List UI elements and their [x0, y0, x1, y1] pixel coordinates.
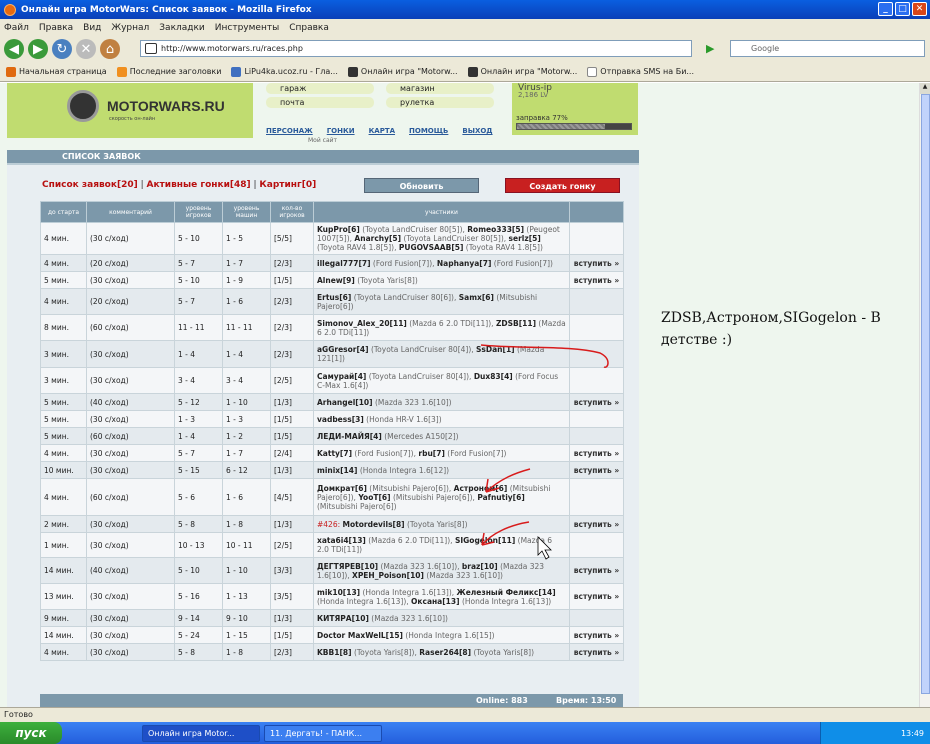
search-input[interactable]: Google: [730, 40, 925, 57]
bookmark-label: Онлайн игра "Motorw...: [480, 67, 578, 76]
bookmark-item[interactable]: Онлайн игра "Motorw...: [467, 66, 578, 77]
minimize-button[interactable]: _: [878, 2, 893, 16]
taskbar-item[interactable]: Онлайн игра Motor...: [142, 724, 260, 742]
taskbar-item[interactable]: 11. Дергать! - ПАНК...: [264, 724, 382, 742]
page-content: MOTORWARS.RU скорость он-лайн гараж мага…: [0, 83, 919, 707]
bookmark-label: Начальная страница: [19, 67, 107, 76]
ucoz-icon: [231, 66, 242, 77]
page-scrollbar[interactable]: ▲: [919, 83, 930, 707]
menu-bookmarks[interactable]: Закладки: [159, 23, 205, 33]
scroll-thumb[interactable]: [921, 94, 930, 694]
bookmark-item[interactable]: Отправка SMS на Би...: [587, 66, 695, 77]
firefox-icon: [6, 66, 16, 77]
scroll-up-icon[interactable]: ▲: [920, 83, 930, 94]
home-icon[interactable]: ⌂: [100, 39, 120, 59]
menu-tools[interactable]: Инструменты: [215, 23, 279, 33]
red-annotations: [480, 344, 609, 560]
arrow-annotation: [481, 521, 530, 546]
bookmark-item[interactable]: LiPu4ka.ucoz.ru - Гла...: [231, 66, 338, 77]
forward-icon[interactable]: ▶: [28, 39, 48, 59]
menu-file[interactable]: Файл: [4, 23, 29, 33]
bookmark-item[interactable]: Начальная страница: [6, 66, 107, 77]
site-favicon-icon: [145, 43, 157, 54]
bookmark-label: Последние заголовки: [129, 67, 222, 76]
start-button[interactable]: пуск: [0, 722, 62, 744]
motorwars-icon: [467, 66, 478, 77]
envelope-icon: [587, 66, 598, 77]
underline-annotation: [480, 344, 609, 368]
bookmark-label: Отправка SMS на Би...: [600, 67, 695, 76]
go-icon[interactable]: ▶: [706, 42, 720, 56]
taskbar: пуск Онлайн игра Motor... 11. Дергать! -…: [0, 722, 930, 744]
window-title: Онлайн игра MotorWars: Список заявок - M…: [21, 4, 312, 15]
back-icon[interactable]: ◀: [4, 39, 24, 59]
bookmarks-toolbar: Начальная страница Последние заголовки L…: [0, 62, 930, 82]
menu-help[interactable]: Справка: [289, 23, 329, 33]
bookmark-item[interactable]: Последние заголовки: [116, 66, 222, 77]
rss-icon: [116, 66, 127, 77]
annotation-note: ZDSB,Астроном,SIGogelon - В детстве :): [661, 310, 881, 348]
status-text: Готово: [4, 710, 33, 719]
search-placeholder: Google: [751, 44, 780, 53]
menu-history[interactable]: Журнал: [111, 23, 149, 33]
maximize-button[interactable]: □: [895, 2, 910, 16]
status-bar: Готово: [0, 707, 930, 722]
stop-icon[interactable]: ✕: [76, 39, 96, 59]
motorwars-icon: [347, 66, 358, 77]
clock: 13:49: [900, 728, 924, 738]
menu-view[interactable]: Вид: [83, 23, 101, 33]
close-button[interactable]: ✕: [912, 2, 927, 16]
url-text: http://www.motorwars.ru/races.php: [161, 44, 303, 53]
bookmark-label: LiPu4ka.ucoz.ru - Гла...: [244, 67, 338, 76]
bookmark-label: Онлайн игра "Motorw...: [360, 67, 458, 76]
arrow-annotation: [485, 468, 531, 493]
menu-edit[interactable]: Правка: [39, 23, 73, 33]
window-titlebar: Онлайн игра MotorWars: Список заявок - M…: [0, 0, 930, 19]
bookmark-item[interactable]: Онлайн игра "Motorw...: [347, 66, 458, 77]
url-bar[interactable]: http://www.motorwars.ru/races.php: [140, 40, 692, 57]
menu-bar: Файл Правка Вид Журнал Закладки Инструме…: [0, 19, 930, 36]
reload-icon[interactable]: ↻: [52, 39, 72, 59]
firefox-icon: [4, 3, 16, 16]
mouse-cursor-icon: [537, 536, 552, 560]
system-tray: 13:49: [820, 722, 930, 744]
